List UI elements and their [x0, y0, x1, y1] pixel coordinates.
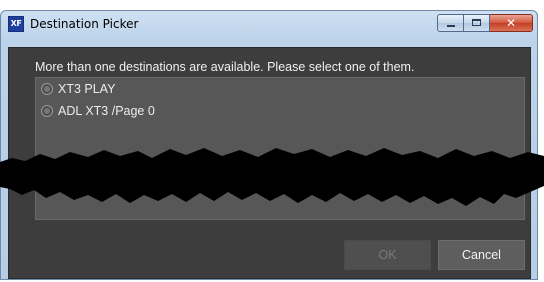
- destination-option-label: XT3 PLAY: [58, 82, 116, 96]
- radio-button-icon[interactable]: [41, 83, 53, 95]
- caption-buttons: ✕: [437, 14, 533, 32]
- ok-button[interactable]: OK: [344, 240, 431, 270]
- app-logo-icon: XF: [8, 16, 24, 32]
- destination-option-adl-xt3-page-0[interactable]: ADL XT3 /Page 0: [41, 102, 155, 120]
- redaction-scribble: [0, 148, 544, 206]
- destination-option-label: ADL XT3 /Page 0: [58, 104, 155, 118]
- instruction-text: More than one destinations are available…: [35, 60, 415, 74]
- title-bar[interactable]: XF Destination Picker ✕: [1, 11, 537, 39]
- close-button[interactable]: ✕: [490, 14, 533, 32]
- minimize-icon: [447, 25, 455, 27]
- redaction-shape: [0, 148, 544, 206]
- radio-button-icon[interactable]: [41, 105, 53, 117]
- window-title: Destination Picker: [30, 17, 139, 31]
- destination-option-xt3-play[interactable]: XT3 PLAY: [41, 80, 115, 98]
- cancel-button[interactable]: Cancel: [438, 240, 525, 270]
- minimize-button[interactable]: [437, 14, 464, 32]
- screenshot: XF Destination Picker ✕ More than one de…: [0, 0, 544, 282]
- maximize-button[interactable]: [464, 14, 490, 32]
- close-icon: ✕: [505, 16, 517, 30]
- maximize-icon: [472, 19, 481, 26]
